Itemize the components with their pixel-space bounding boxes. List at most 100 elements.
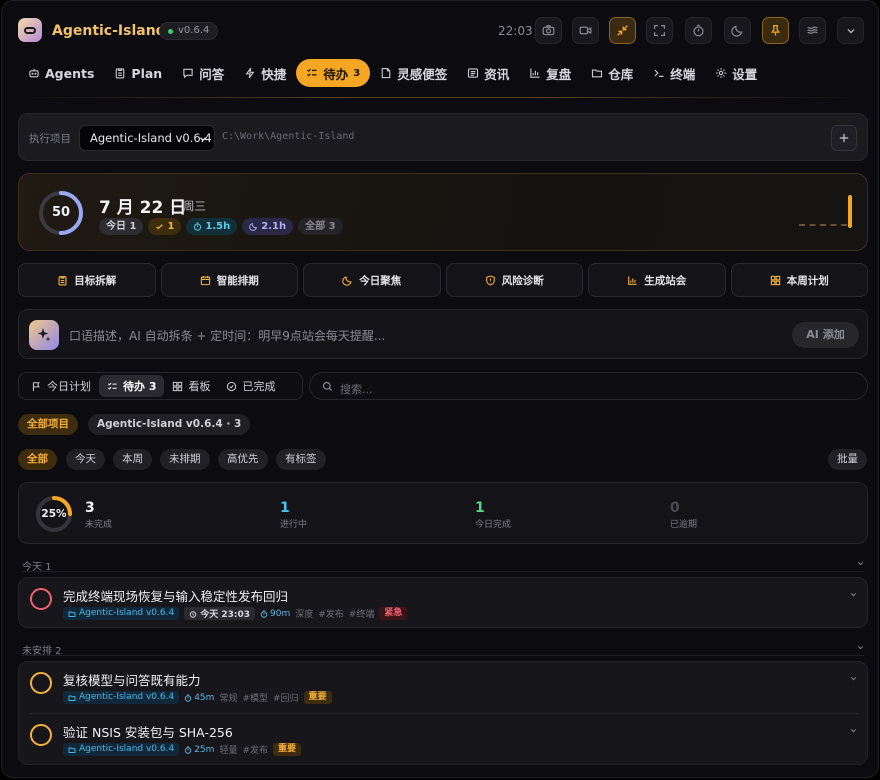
tab-today-plan[interactable]: 今日计划	[23, 375, 99, 397]
tab-todo[interactable]: 待办 3	[99, 375, 165, 397]
filter-today[interactable]: 今天	[66, 449, 105, 470]
chip-rest[interactable]: 2.1h	[242, 218, 294, 235]
action-week-plan[interactable]: 本周计划	[730, 263, 868, 297]
filter-project-agentic[interactable]: Agentic-Island v0.6.4 · 3	[88, 414, 251, 435]
project-select[interactable]: Agentic-Island v0.6.4	[79, 125, 215, 151]
tab-done-label: 已完成	[242, 380, 276, 393]
wind-button[interactable]	[799, 17, 826, 44]
bolt-icon	[245, 67, 255, 79]
tab-done[interactable]: 已完成	[218, 375, 283, 397]
task-title: 验证 NSIS 安装包与 SHA-256	[63, 725, 233, 740]
task-title: 复核模型与问答既有能力	[63, 673, 201, 688]
nav-qa[interactable]: 问答	[172, 59, 234, 87]
pin-icon	[771, 24, 780, 36]
filter-tagged[interactable]: 有标签	[276, 449, 326, 470]
project-path: C:\Work\Agentic-Island	[222, 131, 355, 142]
chevron-down-icon[interactable]	[849, 590, 858, 599]
search-input[interactable]: 搜索...	[340, 381, 373, 397]
filter-week[interactable]: 本周	[113, 449, 152, 470]
note-icon	[381, 67, 391, 79]
menu-dropdown-button[interactable]	[837, 17, 864, 44]
action-risk-diagnosis[interactable]: 风险诊断	[445, 263, 583, 297]
date-weekday: 周三	[183, 199, 206, 213]
nav-notes[interactable]: 灵感便签	[370, 59, 457, 87]
folder-icon	[68, 611, 76, 617]
nav-quick[interactable]: 快捷	[234, 59, 296, 87]
filter-all[interactable]: 全部	[18, 449, 57, 470]
add-project-button[interactable]	[831, 125, 857, 151]
collapse-button[interactable]	[609, 17, 636, 44]
stopwatch-icon	[260, 609, 268, 618]
day-progress-value: 50	[51, 205, 71, 220]
bar-chart-icon	[628, 275, 637, 285]
shield-icon	[485, 274, 495, 286]
bar-chart-icon	[530, 68, 540, 78]
task-duration: 90m	[260, 609, 290, 619]
chip-today[interactable]: 今日 1	[99, 218, 144, 235]
task-mode: 深度	[295, 610, 314, 620]
nav-review-label: 复盘	[546, 66, 572, 82]
stat-in-progress-value: 1	[280, 500, 290, 516]
nav-news[interactable]: 资讯	[457, 59, 519, 87]
nav-divider	[18, 97, 864, 98]
action-goal-breakdown[interactable]: 目标拆解	[18, 263, 156, 297]
filter-high-priority[interactable]: 高优先	[218, 449, 268, 470]
stat-done-today: 1 今日完成	[475, 500, 511, 530]
nav-agents[interactable]: Agents	[18, 59, 104, 87]
action-smart-schedule[interactable]: 智能排期	[160, 263, 298, 297]
nav-review[interactable]: 复盘	[519, 59, 581, 87]
terminal-icon	[654, 69, 664, 77]
task-meta: Agentic-Island v0.6.4 今天 23:03 90m 深度 #发…	[63, 607, 408, 620]
stat-overdue: 0 已逾期	[670, 500, 697, 530]
view-tabs: 今日计划 待办 3 看板 已完成	[18, 372, 303, 400]
camera-button[interactable]	[535, 17, 562, 44]
task-row[interactable]: 验证 NSIS 安装包与 SHA-256 Agentic-Island v0.6…	[19, 714, 867, 766]
task-row[interactable]: 完成终端现场恢复与输入稳定性发布回归 Agentic-Island v0.6.4…	[19, 578, 867, 630]
ai-add-button[interactable]: AI 添加	[792, 322, 859, 348]
nav-todo-label: 待办	[323, 66, 349, 82]
action-today-focus[interactable]: 今日聚焦	[303, 263, 441, 297]
stat-in-progress-label: 进行中	[280, 520, 308, 530]
action-standup-label: 生成站会	[644, 274, 687, 287]
chevron-down-icon[interactable]	[849, 674, 858, 683]
nav-settings[interactable]: 设置	[705, 59, 767, 87]
chip-focus[interactable]: 1.5h	[186, 218, 238, 235]
chip-all[interactable]: 全部 3	[298, 218, 343, 235]
robot-icon	[29, 68, 39, 78]
tab-board[interactable]: 看板	[164, 375, 218, 397]
nav-plan[interactable]: Plan	[104, 59, 172, 87]
batch-button[interactable]: 批量	[828, 449, 867, 470]
task-project-tag: Agentic-Island v0.6.4	[63, 607, 180, 620]
fullscreen-button[interactable]	[646, 17, 673, 44]
video-icon	[579, 26, 592, 35]
task-checkbox[interactable]	[30, 724, 52, 746]
task-checkbox[interactable]	[30, 672, 52, 694]
chip-done-label: 1	[167, 221, 175, 232]
task-duration: 25m	[184, 745, 214, 755]
video-button[interactable]	[572, 17, 599, 44]
nav-todo[interactable]: 待办 3	[296, 59, 371, 87]
timer-button[interactable]	[685, 17, 712, 44]
chevron-down-icon[interactable]	[856, 559, 865, 568]
search-box[interactable]: 搜索...	[309, 372, 868, 400]
alarm-icon	[190, 610, 197, 618]
pin-button[interactable]	[762, 17, 789, 44]
chevron-down-icon[interactable]	[856, 643, 865, 652]
filter-unscheduled[interactable]: 未排期	[160, 449, 210, 470]
task-row[interactable]: 复核模型与问答既有能力 Agentic-Island v0.6.4 45m 常规…	[19, 662, 867, 714]
theme-button[interactable]	[724, 17, 751, 44]
filter-all-projects[interactable]: 全部项目	[18, 414, 78, 435]
stopwatch-icon	[693, 24, 704, 37]
task-title: 完成终端现场恢复与输入稳定性发布回归	[63, 589, 289, 604]
nav-terminal[interactable]: 终端	[643, 59, 705, 87]
section-divider	[22, 571, 864, 572]
search-icon	[322, 381, 333, 392]
task-duration-label: 45m	[194, 692, 215, 703]
nav-repo[interactable]: 仓库	[581, 59, 643, 87]
chevron-down-icon[interactable]	[849, 726, 858, 735]
task-checkbox[interactable]	[30, 588, 52, 610]
stat-open-label: 未完成	[85, 520, 113, 530]
action-standup[interactable]: 生成站会	[588, 263, 726, 297]
ai-input[interactable]: 口语描述，AI 自动拆条 + 定时间：明早9点站会每天提醒...	[69, 327, 385, 344]
chip-done[interactable]: 1	[148, 218, 182, 235]
